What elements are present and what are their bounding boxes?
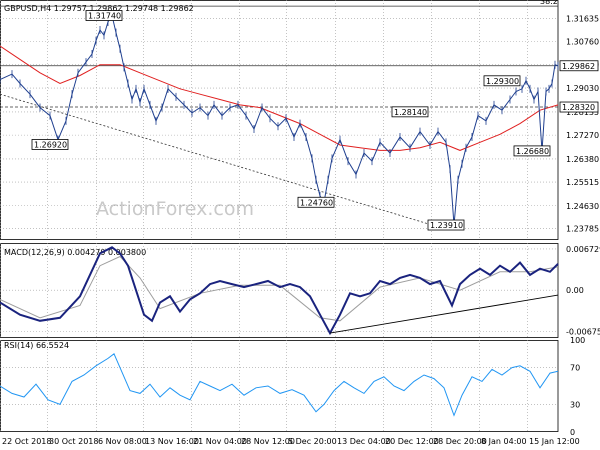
x-tick-label: 20 Dec 12:00 — [385, 437, 439, 446]
annotation-label: 1.29300 — [486, 77, 519, 86]
panel-frame-1 — [0, 243, 559, 338]
x-tick-label: 21 Nov 04:00 — [193, 437, 247, 446]
x-tick-label: 15 Jan 12:00 — [529, 437, 580, 446]
y-tick-label: 1.23785 — [566, 224, 599, 233]
y-tick-label: 1.25515 — [566, 178, 599, 187]
annotation-label: 1.24760 — [300, 198, 333, 207]
x-tick-label: 8 Jan 04:00 — [481, 437, 527, 446]
rsi-line — [0, 353, 559, 417]
price-line — [0, 14, 559, 226]
panel-frame-0 — [0, 0, 559, 240]
y-tick-label: 1.24630 — [566, 202, 599, 211]
fib-level-label: 38.2 — [540, 0, 558, 6]
y-tick-label: 1.26380 — [566, 155, 599, 164]
annotation-label: 1.26920 — [34, 140, 67, 149]
y-tick-label: 1.29030 — [566, 84, 599, 93]
watermark: ActionForex.com — [96, 198, 254, 220]
panel-frame-2 — [0, 340, 559, 432]
x-tick-label: 30 Oct 2018 — [49, 437, 98, 446]
x-tick-label: 5 Dec 20:00 — [288, 437, 337, 446]
x-tick-label: 28 Dec 20:00 — [433, 437, 487, 446]
chart-marks: 22 Oct 201830 Oct 2018 6 Nov 08:0013 Nov … — [0, 0, 600, 446]
x-tick-label: 28 Nov 12:00 — [241, 437, 295, 446]
x-tick-label: 22 Oct 2018 — [2, 437, 51, 446]
x-tick-label: 6 Nov 08:00 — [98, 437, 147, 446]
price-tag-label: 1.29862 — [562, 62, 595, 71]
chart-root: GBPUSD,H4 1.29757 1.29862 1.29748 1.2986… — [0, 0, 600, 450]
x-tick-label: 13 Nov 16:00 — [145, 437, 199, 446]
rsi-tick-label: 30 — [570, 400, 580, 409]
rsi-panel-title: RSI(14) 66.5524 — [4, 341, 69, 350]
rsi-tick-label: 70 — [570, 364, 580, 373]
price-tag-label: 1.28320 — [562, 103, 595, 112]
chart-canvas: GBPUSD,H4 1.29757 1.29862 1.29748 1.2986… — [0, 0, 600, 446]
y-tick-label: 0.00 — [566, 286, 584, 295]
rsi-tick-label: 100 — [570, 336, 585, 345]
annotation-label: 1.26680 — [516, 147, 549, 156]
y-tick-label: 1.27270 — [566, 131, 599, 140]
annotation-label: 1.28140 — [394, 108, 427, 117]
macd-panel-title: MACD(12,26,9) 0.004279 0.003800 — [4, 248, 146, 257]
x-tick-label: 13 Dec 04:00 — [337, 437, 391, 446]
annotation-label: 1.31740 — [88, 12, 121, 21]
rsi-tick-label: 0 — [570, 428, 575, 437]
y-tick-label: 0.006729 — [566, 245, 600, 254]
annotation-label: 1.23910 — [430, 221, 463, 230]
y-tick-label: 1.31635 — [566, 14, 599, 23]
y-tick-label: 1.30760 — [566, 38, 599, 47]
moving-average-line — [0, 45, 559, 151]
